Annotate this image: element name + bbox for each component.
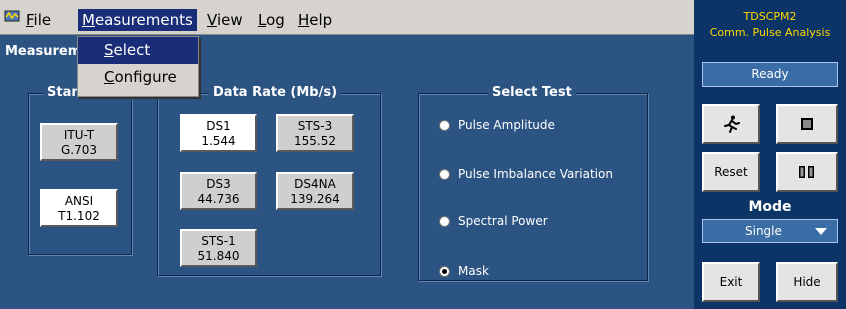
menu-file-key: F: [26, 11, 34, 29]
chevron-down-icon: [815, 228, 827, 235]
button-line2: 1.544: [201, 134, 236, 148]
menu-measurements[interactable]: Measurements: [78, 9, 197, 31]
button-line1: DS3: [206, 177, 231, 191]
app-icon: [4, 10, 20, 22]
select-test-group-title: Select Test: [488, 85, 576, 100]
select-test-group: Select Test Pulse Amplitude Pulse Imbala…: [418, 85, 648, 281]
menu-view-rest: iew: [216, 11, 243, 29]
running-man-icon: [724, 115, 740, 133]
standard-itu-t-button[interactable]: ITU-T G.703: [40, 123, 118, 161]
menu-log-key: L: [258, 11, 267, 29]
menu-log[interactable]: Log: [254, 9, 289, 31]
test-option-pulse-amplitude[interactable]: Pulse Amplitude: [439, 118, 555, 132]
standard-ansi-button[interactable]: ANSI T1.102: [40, 189, 118, 227]
radio-button-checked[interactable]: [439, 265, 450, 277]
radio-button[interactable]: [439, 168, 450, 180]
menu-file-rest: ile: [33, 11, 52, 29]
button-line1: STS-3: [297, 119, 333, 133]
mode-select[interactable]: Single: [702, 219, 838, 243]
radio-label: Pulse Amplitude: [458, 118, 555, 132]
menu-bar: File Measurements View Log Help: [0, 0, 694, 35]
standard-group: Standard ITU-T G.703 ANSI T1.102: [28, 85, 132, 255]
test-option-mask[interactable]: Mask: [439, 264, 489, 278]
button-line2: T1.102: [58, 209, 100, 223]
button-line2: G.703: [60, 143, 98, 157]
data-rate-group: Data Rate (Mb/s) DS1 1.544 STS-3 155.52 …: [157, 85, 381, 276]
menu-file[interactable]: File: [22, 9, 55, 31]
select-key: S: [104, 41, 114, 59]
radio-button[interactable]: [439, 215, 450, 227]
menu-help-key: H: [298, 11, 310, 29]
mode-label: Mode: [748, 199, 792, 215]
exit-button[interactable]: Exit: [702, 262, 760, 302]
mode-value: Single: [745, 224, 782, 238]
menu-help[interactable]: Help: [294, 9, 336, 31]
rate-ds1-button[interactable]: DS1 1.544: [180, 114, 257, 152]
select-rest: elect: [113, 41, 151, 59]
dropdown-item-select[interactable]: Select: [78, 37, 198, 64]
app-subtitle: Comm. Pulse Analysis: [709, 26, 831, 39]
button-line1: STS-1: [201, 234, 236, 248]
button-line2: 44.736: [197, 192, 240, 206]
button-line1: DS4NA: [294, 177, 336, 191]
button-line1: DS1: [206, 119, 231, 133]
radio-label: Spectral Power: [458, 214, 548, 228]
menu-measurements-rest: easurements: [94, 11, 193, 29]
reset-button[interactable]: Reset: [702, 152, 760, 192]
rate-sts1-button[interactable]: STS-1 51.840: [180, 229, 257, 267]
pause-icon: [799, 166, 814, 178]
menu-help-rest: elp: [309, 11, 333, 29]
configure-key: C: [104, 68, 115, 86]
pause-button[interactable]: [776, 152, 838, 192]
test-option-spectral-power[interactable]: Spectral Power: [439, 214, 548, 228]
radio-label: Pulse Imbalance Variation: [458, 167, 613, 181]
menu-log-rest: og: [266, 11, 285, 29]
configure-rest: onfigure: [114, 68, 177, 86]
menu-measurements-key: M: [82, 11, 95, 29]
menu-view-key: V: [207, 11, 217, 29]
rate-ds3-button[interactable]: DS3 44.736: [180, 172, 257, 210]
data-rate-group-title: Data Rate (Mb/s): [209, 85, 342, 100]
button-line2: 139.264: [290, 192, 340, 206]
measurements-dropdown: Select Configure: [77, 36, 199, 97]
rate-sts3-button[interactable]: STS-3 155.52: [276, 114, 354, 152]
test-option-pulse-imbalance[interactable]: Pulse Imbalance Variation: [439, 167, 613, 181]
run-button[interactable]: [702, 104, 760, 144]
rate-ds4na-button[interactable]: DS4NA 139.264: [276, 172, 354, 210]
hide-button[interactable]: Hide: [776, 262, 838, 302]
radio-label: Mask: [458, 264, 489, 278]
button-line2: 155.52: [294, 134, 336, 148]
button-line1: ITU-T: [63, 128, 95, 142]
stop-icon: [801, 118, 813, 130]
dropdown-item-configure[interactable]: Configure: [78, 64, 198, 91]
radio-button[interactable]: [439, 119, 450, 131]
button-line2: 51.840: [197, 249, 240, 263]
button-line1: ANSI: [64, 194, 94, 208]
status-indicator: Ready: [702, 62, 838, 87]
menu-view[interactable]: View: [203, 9, 247, 31]
control-panel: TDSCPM2 Comm. Pulse Analysis Ready Reset…: [694, 0, 846, 309]
stop-button[interactable]: [776, 104, 838, 144]
app-name: TDSCPM2: [743, 10, 797, 23]
